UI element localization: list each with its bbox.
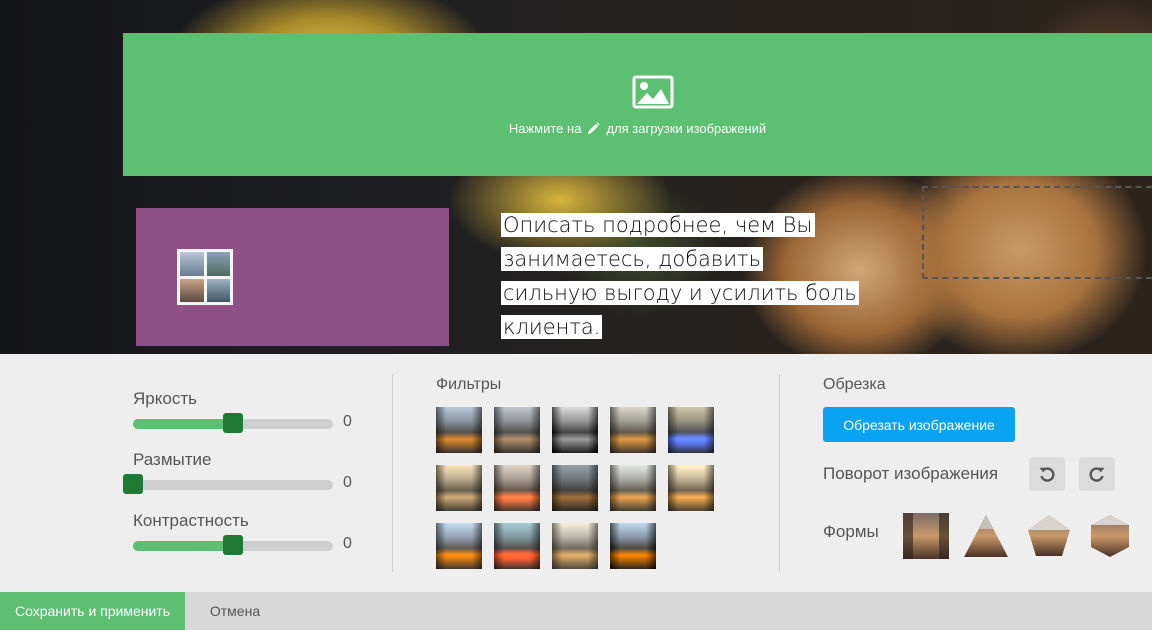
brightness-control: Яркость 0 [133,389,373,433]
filter-option[interactable] [494,407,540,453]
rotate-label: Поворот изображения [823,464,999,483]
filter-option[interactable] [552,523,598,569]
shape-triangle[interactable] [963,513,1009,559]
upload-banner[interactable]: Нажмите на для загрузки изображений [123,33,1152,176]
preview-area: Нажмите на для загрузки изображений Опис… [0,0,1152,354]
blur-slider[interactable] [123,474,333,494]
crop-image-button[interactable]: Обрезать изображение [823,407,1015,442]
filter-option[interactable] [436,407,482,453]
filter-option[interactable] [668,465,714,511]
filter-preview-image [610,523,656,569]
panel-divider [392,374,393,572]
crop-title: Обрезка [823,376,886,393]
contrast-control: Контрастность 0 [133,511,373,555]
contrast-label: Контрастность [133,511,249,530]
blur-value: 0 [343,474,352,491]
filter-preview-image [552,465,598,511]
filter-preview-image [494,465,540,511]
shape-pentagon[interactable] [1026,513,1072,559]
brightness-slider-handle[interactable] [223,413,243,433]
upload-hint-before: Нажмите на [508,121,582,136]
gallery-thumb-3 [180,278,204,302]
shape-hexagon[interactable] [1087,513,1133,559]
shape-square[interactable] [903,513,949,559]
gallery-thumb-2 [206,252,230,276]
pencil-icon [588,122,601,135]
image-icon [632,75,674,109]
filter-preview-image [668,407,714,453]
brightness-slider[interactable] [133,413,333,433]
filter-preview-image [494,523,540,569]
cancel-button[interactable]: Отмена [195,592,275,630]
image-placeholder-block[interactable] [136,208,449,346]
filter-preview-image [494,407,540,453]
save-apply-button[interactable]: Сохранить и применить [0,592,185,630]
blur-label: Размытие [133,450,212,469]
upload-hint: Нажмите на для загрузки изображений [123,121,1152,136]
filter-option[interactable] [494,523,540,569]
filter-preview-image [552,523,598,569]
rotate-left-icon [1039,467,1055,482]
filter-option[interactable] [436,523,482,569]
filter-option[interactable] [668,407,714,453]
gallery-thumb-1 [180,252,204,276]
description-text[interactable]: Описать подробнее, чем Вы занимаетесь, д… [501,208,861,344]
filter-preview-image [610,407,656,453]
filter-option[interactable] [552,465,598,511]
shapes-label: Формы [823,522,879,541]
filter-preview-image [610,465,656,511]
filters-title: Фильтры [436,376,502,393]
filter-option[interactable] [610,523,656,569]
filter-preview-image [436,407,482,453]
gallery-thumbnail [177,249,233,305]
image-editor-panel: Яркость 0 Размытие 0 Контрастность 0 Фил… [0,354,1152,592]
filter-option[interactable] [552,407,598,453]
filter-option[interactable] [494,465,540,511]
blur-slider-handle[interactable] [123,474,143,494]
contrast-slider-fill [133,541,233,551]
filter-preview-image [552,407,598,453]
rotate-left-button[interactable] [1029,457,1065,491]
brightness-slider-fill [133,419,233,429]
brightness-value: 0 [343,413,352,430]
description-line: Описать подробнее, чем Вы [501,213,815,237]
contrast-value: 0 [343,535,352,552]
filter-option[interactable] [610,407,656,453]
brightness-label: Яркость [133,389,197,408]
description-line: сильную выгоду и усилить боль [501,281,859,305]
contrast-slider-handle[interactable] [223,535,243,555]
gallery-thumb-4 [206,278,230,302]
upload-hint-after: для загрузки изображений [606,121,767,136]
rotate-right-icon [1089,467,1105,482]
contrast-slider[interactable] [133,535,333,555]
filter-option[interactable] [436,465,482,511]
rotate-right-button[interactable] [1079,457,1115,491]
selection-outline [922,186,1152,279]
filter-preview-image [436,523,482,569]
blur-control: Размытие 0 [123,450,373,494]
description-line: клиента. [501,315,603,339]
footer-bar: Сохранить и применить Отмена [0,592,1152,630]
description-line: занимаетесь, добавить [501,247,763,271]
panel-divider [779,374,780,572]
filter-option[interactable] [610,465,656,511]
filter-preview-image [436,465,482,511]
filter-preview-image [668,465,714,511]
